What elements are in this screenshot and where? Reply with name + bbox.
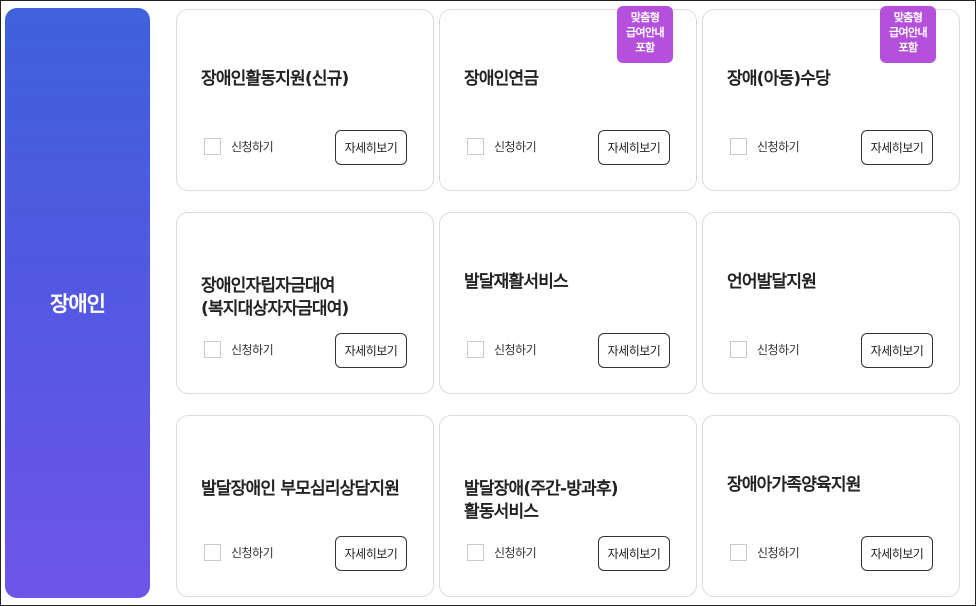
badge-line: 맞춤형 [893,11,923,24]
apply-label: 신청하기 [494,343,537,357]
apply-label: 신청하기 [231,343,274,357]
apply-label: 신청하기 [494,546,537,560]
badge-line: 급여안내 [625,26,665,39]
service-title: 언어발달지원 [727,272,817,292]
detail-button[interactable]: 자세히보기 [861,333,933,368]
service-list-panel: 장애인 장애인활동지원(신규) 신청하기 자세히보기 맞춤형 급여안내 포함 장… [0,0,976,606]
service-title: 장애(아동)수당 [727,69,831,89]
apply-option[interactable]: 신청하기 [467,138,537,155]
apply-option[interactable]: 신청하기 [204,138,274,155]
apply-checkbox[interactable] [204,341,221,358]
apply-option[interactable]: 신청하기 [730,138,800,155]
apply-option[interactable]: 신청하기 [467,341,537,358]
apply-label: 신청하기 [757,140,800,154]
category-sidebar: 장애인 [5,8,150,598]
detail-button[interactable]: 자세히보기 [335,536,407,571]
detail-button[interactable]: 자세히보기 [861,130,933,165]
apply-option[interactable]: 신청하기 [204,544,274,561]
service-card: 맞춤형 급여안내 포함 장애(아동)수당 신청하기 자세히보기 [702,6,960,191]
category-label: 장애인 [50,292,106,316]
apply-option[interactable]: 신청하기 [730,341,800,358]
detail-button[interactable]: 자세히보기 [598,333,670,368]
service-card: 발달장애(주간-방과후)활동서비스 신청하기 자세히보기 [439,415,697,597]
apply-label: 신청하기 [231,140,274,154]
custom-benefit-badge: 맞춤형 급여안내 포함 [880,6,936,63]
detail-button[interactable]: 자세히보기 [598,536,670,571]
apply-label: 신청하기 [757,546,800,560]
service-card: 장애아가족양육지원 신청하기 자세히보기 [702,415,960,597]
service-title: 발달재활서비스 [464,272,569,292]
apply-checkbox[interactable] [730,138,747,155]
service-title: 장애인연금 [464,69,539,89]
detail-button[interactable]: 자세히보기 [335,333,407,368]
badge-line: 포함 [635,41,655,54]
custom-benefit-badge: 맞춤형 급여안내 포함 [617,6,673,63]
service-card: 언어발달지원 신청하기 자세히보기 [702,212,960,394]
apply-checkbox[interactable] [467,544,484,561]
apply-checkbox[interactable] [204,544,221,561]
badge-line: 포함 [898,41,918,54]
badge-line: 맞춤형 [630,11,660,24]
service-title: 장애아가족양육지원 [727,475,861,495]
service-card: 장애인자립자금대여(복지대상자자금대여) 신청하기 자세히보기 [176,212,434,394]
service-title: 장애인자립자금대여(복지대상자자금대여) [201,276,349,319]
service-card-grid: 장애인활동지원(신규) 신청하기 자세히보기 맞춤형 급여안내 포함 장애인연금… [176,6,960,597]
apply-label: 신청하기 [757,343,800,357]
apply-checkbox[interactable] [467,341,484,358]
apply-checkbox[interactable] [204,138,221,155]
apply-option[interactable]: 신청하기 [467,544,537,561]
service-card: 장애인활동지원(신규) 신청하기 자세히보기 [176,9,434,191]
badge-line: 급여안내 [888,26,928,39]
apply-checkbox[interactable] [730,341,747,358]
apply-checkbox[interactable] [730,544,747,561]
detail-button[interactable]: 자세히보기 [598,130,670,165]
service-title: 발달장애(주간-방과후)활동서비스 [464,479,619,522]
detail-button[interactable]: 자세히보기 [335,130,407,165]
apply-label: 신청하기 [231,546,274,560]
detail-button[interactable]: 자세히보기 [861,536,933,571]
service-card: 발달장애인 부모심리상담지원 신청하기 자세히보기 [176,415,434,597]
apply-option[interactable]: 신청하기 [204,341,274,358]
apply-label: 신청하기 [494,140,537,154]
service-title: 장애인활동지원(신규) [201,69,349,89]
service-title: 발달장애인 부모심리상담지원 [201,479,400,499]
apply-option[interactable]: 신청하기 [730,544,800,561]
service-card: 맞춤형 급여안내 포함 장애인연금 신청하기 자세히보기 [439,6,697,191]
service-card: 발달재활서비스 신청하기 자세히보기 [439,212,697,394]
apply-checkbox[interactable] [467,138,484,155]
